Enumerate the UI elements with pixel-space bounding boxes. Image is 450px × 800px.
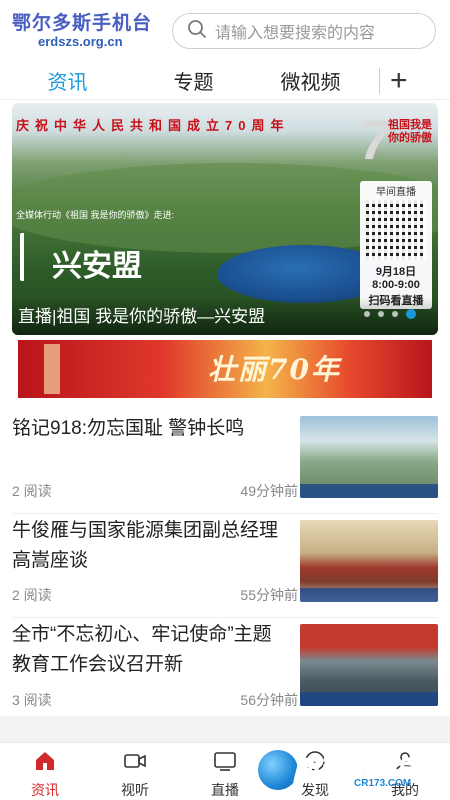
news-reads: 3 阅读: [12, 692, 52, 708]
watermark-sub: CR173.COM: [354, 778, 412, 789]
anniversary-badge: 7 祖国我是你的骄傲: [360, 108, 434, 171]
news-time: 49分钟前: [240, 483, 298, 499]
banner-caption-bar: 直播|祖国 我是你的骄傲—兴安盟: [12, 297, 438, 335]
header: 鄂尔多斯手机台 erdszs.org.cn 请输入想要搜索的内容: [0, 0, 450, 62]
news-reads: 2 阅读: [12, 483, 52, 499]
home-icon: [33, 752, 57, 777]
tab-news[interactable]: 资讯: [0, 66, 135, 95]
news-item[interactable]: 牛俊雁与国家能源集团副总经理高嵩座谈 2 阅读 55分钟前: [12, 514, 438, 618]
carousel-dot[interactable]: [392, 311, 398, 317]
banner-carousel[interactable]: 庆祝中华人民共和国成立70周年 全媒体行动《祖国 我是你的骄傲》走进: 兴安盟 …: [12, 103, 438, 335]
ad-banner[interactable]: 壮丽70年: [18, 340, 432, 398]
news-item[interactable]: 铭记918:勿忘国耻 警钟长鸣 2 阅读 49分钟前: [12, 410, 438, 514]
badge-text: 祖国我是你的骄傲: [388, 119, 432, 144]
qr-date: 9月18日: [375, 266, 417, 278]
tv-icon: [213, 752, 237, 777]
carousel-dot[interactable]: [378, 311, 384, 317]
logo-title: 鄂尔多斯手机台: [12, 13, 153, 34]
search-input[interactable]: 请输入想要搜索的内容: [172, 13, 436, 49]
add-channel-icon[interactable]: +: [390, 65, 408, 96]
mongolian-script-icon: [20, 233, 42, 281]
tab-topics[interactable]: 专题: [135, 66, 252, 95]
list-footer-gap: [0, 716, 450, 742]
qr-time: 8:00-9:00: [372, 279, 420, 291]
nav-label: 直播: [211, 782, 239, 798]
thumbnail-caption-bar: [300, 692, 438, 706]
nav-news[interactable]: 资讯: [0, 743, 90, 800]
news-thumbnail: [300, 416, 438, 498]
qr-code-icon: [366, 200, 426, 260]
banner-caption: 直播|祖国 我是你的骄傲—兴安盟: [18, 307, 266, 326]
app-logo[interactable]: 鄂尔多斯手机台 erdszs.org.cn: [12, 13, 162, 49]
search-icon: [187, 19, 207, 44]
news-time: 56分钟前: [240, 692, 298, 708]
news-title: 牛俊雁与国家能源集团副总经理高嵩座谈: [12, 520, 279, 571]
thumbnail-caption-bar: [300, 484, 438, 498]
qr-label: 早间直播: [376, 187, 416, 198]
news-title: 全市“不忘初心、牢记使命”主题教育工作会议召开新: [12, 624, 272, 675]
tab-divider: [379, 67, 380, 94]
news-time: 55分钟前: [240, 587, 298, 603]
news-thumbnail: [300, 520, 438, 602]
ad-text: 壮丽70年: [208, 353, 341, 386]
carousel-dot-active[interactable]: [406, 309, 416, 319]
search-placeholder: 请输入想要搜索的内容: [215, 25, 376, 42]
nav-live[interactable]: 直播: [180, 743, 270, 800]
tab-micro-video[interactable]: 微视频: [252, 66, 369, 95]
nav-label: 视听: [121, 782, 149, 798]
news-reads: 2 阅读: [12, 587, 52, 603]
nav-label: 资讯: [31, 782, 59, 798]
badge-number: 7: [360, 108, 392, 171]
watermark-logo: 西西软件园 CR173.COM: [258, 748, 438, 792]
app-screen: 鄂尔多斯手机台 erdszs.org.cn 请输入想要搜索的内容 资讯 专题 微…: [0, 0, 450, 800]
banner-calligraphy: 兴安盟: [52, 249, 142, 284]
video-camera-icon: [123, 754, 147, 777]
nav-audio-video[interactable]: 视听: [90, 743, 180, 800]
channel-tabs: 资讯 专题 微视频 +: [0, 62, 450, 100]
carousel-dots: [364, 309, 416, 319]
logo-url: erdszs.org.cn: [38, 34, 123, 49]
thumbnail-caption-bar: [300, 588, 438, 602]
news-thumbnail: [300, 624, 438, 706]
news-title: 铭记918:勿忘国耻 警钟长鸣: [12, 418, 245, 439]
carousel-dot[interactable]: [364, 311, 370, 317]
banner-subtext: 全媒体行动《祖国 我是你的骄傲》走进:: [16, 210, 175, 220]
banner-headline: 庆祝中华人民共和国成立70周年: [16, 118, 290, 133]
qr-card: 早间直播 9月18日 8:00-9:00 扫码看直播: [360, 181, 432, 309]
monument-icon: [44, 344, 60, 394]
news-item[interactable]: 全市“不忘初心、牢记使命”主题教育工作会议召开新 3 阅读 56分钟前: [12, 618, 438, 722]
